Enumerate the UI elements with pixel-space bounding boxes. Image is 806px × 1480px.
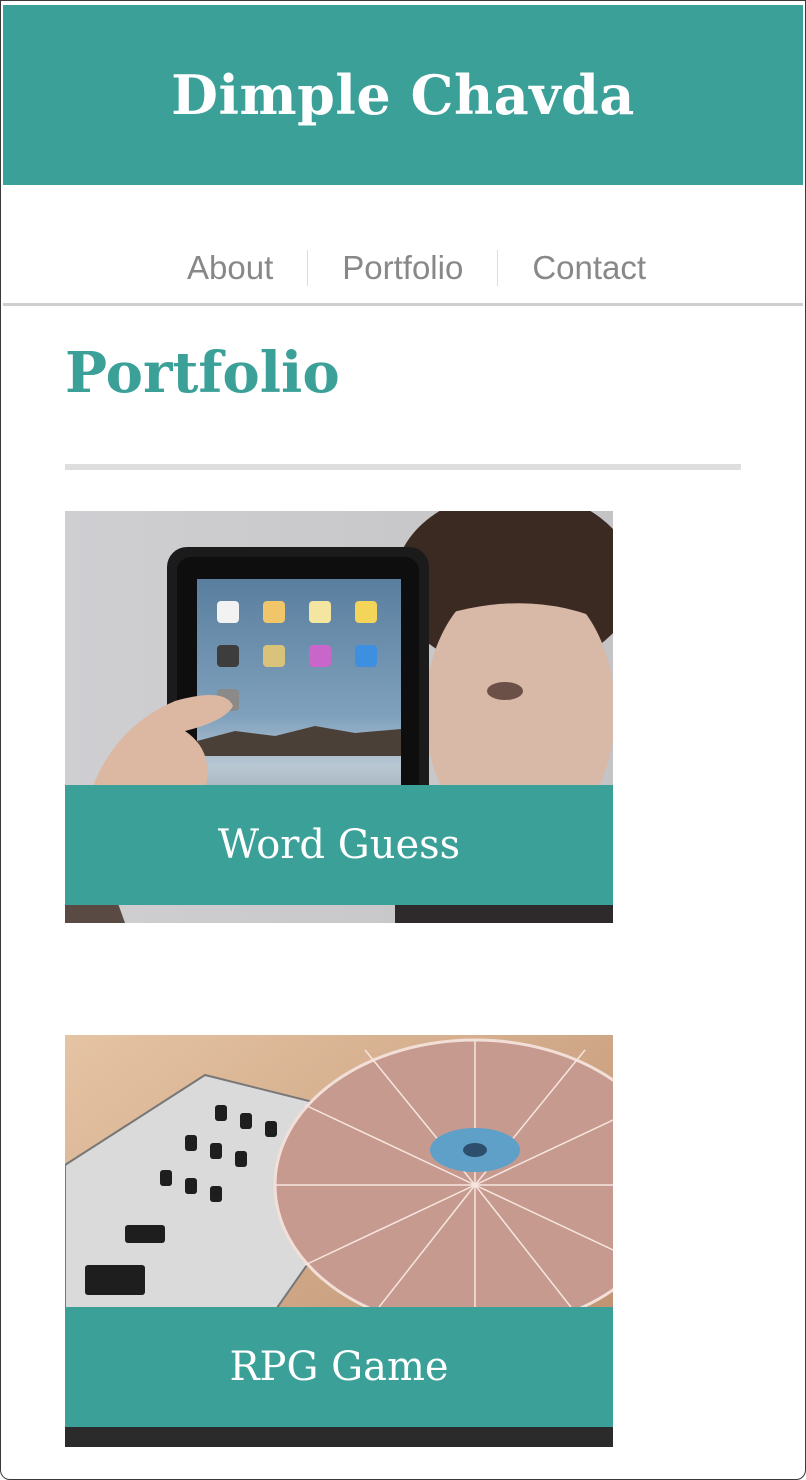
site-header: Dimple Chavda [3, 5, 803, 185]
nav-link-portfolio[interactable]: Portfolio [308, 249, 497, 287]
nav-link-about[interactable]: About [153, 249, 307, 287]
heading-divider [65, 464, 741, 470]
portfolio-card-rpg-game[interactable]: RPG Game [65, 1035, 613, 1447]
site-title: Dimple Chavda [171, 63, 635, 127]
card-title[interactable]: Word Guess [65, 785, 613, 905]
main-content: Portfolio Word Guess RPG Game [3, 306, 801, 1478]
card-title[interactable]: RPG Game [65, 1307, 613, 1427]
portfolio-card-word-guess[interactable]: Word Guess [65, 511, 613, 923]
browser-viewport: Dimple Chavda About Portfolio Contact Po… [0, 0, 806, 1480]
nav-link-contact[interactable]: Contact [498, 249, 680, 287]
nav-list: About Portfolio Contact [153, 249, 680, 287]
main-nav: About Portfolio Contact [3, 185, 803, 306]
page-heading: Portfolio [65, 340, 340, 406]
